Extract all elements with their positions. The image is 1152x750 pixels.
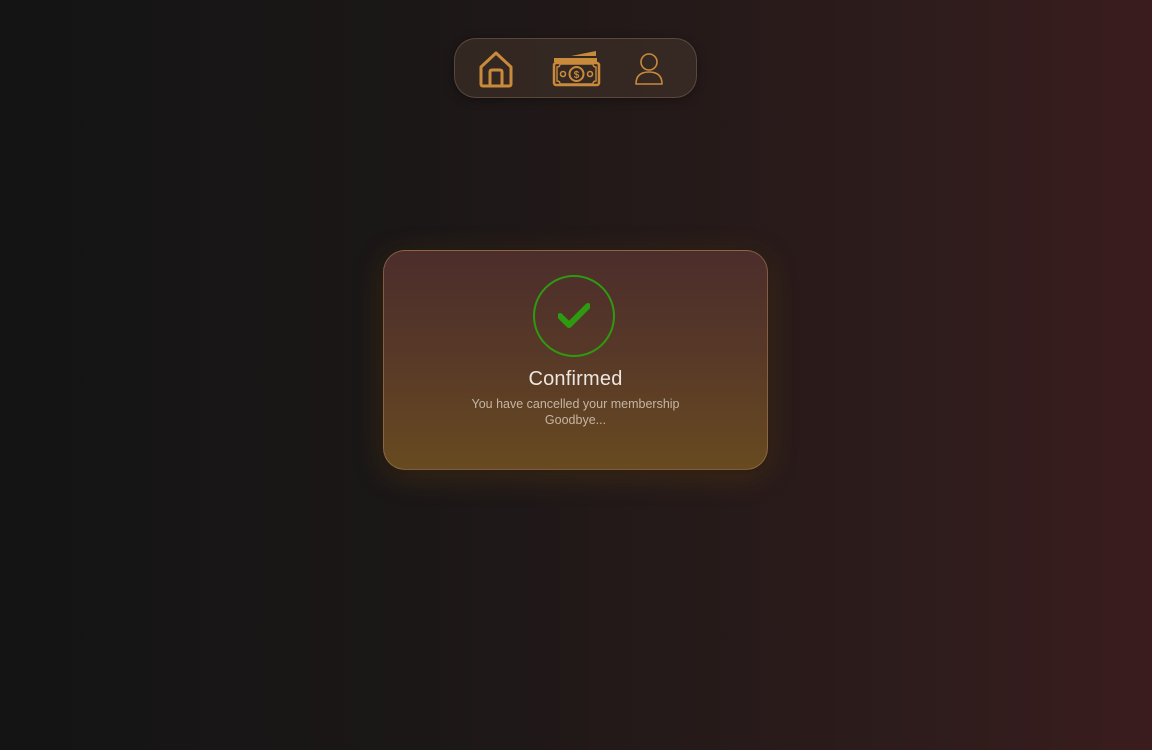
confirmation-dialog: Confirmed You have cancelled your member… [383,250,768,470]
dialog-farewell: Goodbye... [544,413,607,427]
nav-profile-button[interactable] [631,45,667,93]
dialog-title: Confirmed [528,368,623,390]
top-nav-bar: $ [454,38,697,98]
cash-icon: $ [552,51,601,87]
nav-money-button[interactable]: $ [549,45,603,93]
home-icon [479,51,513,88]
svg-text:$: $ [574,70,580,81]
user-icon [635,53,663,85]
success-status-circle [533,275,615,357]
check-icon [558,303,590,328]
dialog-message: You have cancelled your membership [471,397,680,411]
nav-home-button[interactable] [475,45,517,93]
